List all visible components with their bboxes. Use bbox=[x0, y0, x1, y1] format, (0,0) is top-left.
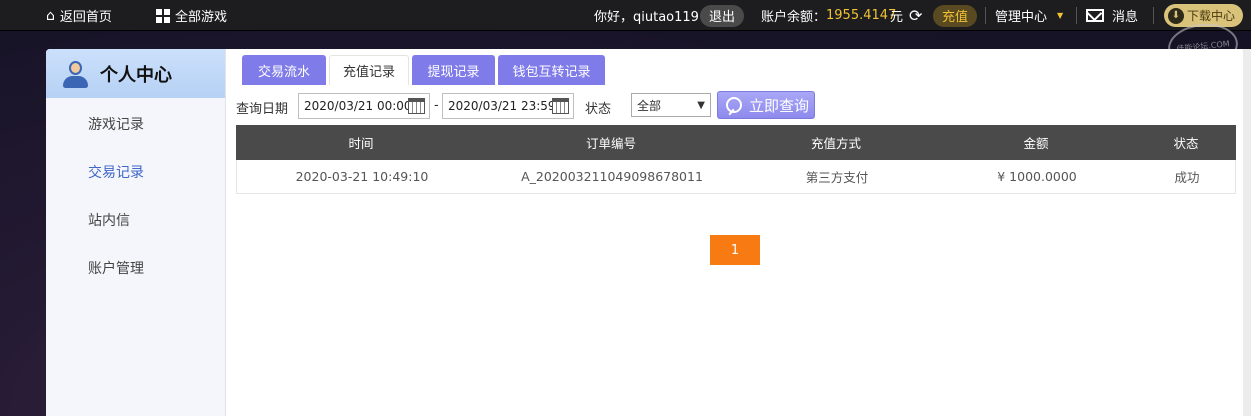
recharge-button[interactable]: 充值 bbox=[933, 4, 978, 27]
logout-button[interactable]: 退出 bbox=[700, 4, 745, 27]
end-date-field[interactable]: 2020/03/21 23:59 bbox=[442, 93, 574, 119]
cell-method: 第三方支付 bbox=[805, 170, 869, 185]
column-header-order-id: 订单编号 bbox=[585, 136, 636, 151]
envelope-icon bbox=[1086, 5, 1104, 22]
home-icon: ⌂ bbox=[46, 7, 55, 24]
messages-label: 消息 bbox=[1112, 10, 1139, 25]
home-label: 返回首页 bbox=[59, 10, 112, 25]
start-date-value: 2020/03/21 00:00 bbox=[304, 99, 412, 113]
tab-wallet-transfer-records[interactable]: 钱包互转记录 bbox=[498, 55, 605, 85]
column-header-amount: 金额 bbox=[1023, 136, 1049, 151]
download-icon: ⬇ bbox=[1168, 7, 1184, 24]
balance-unit: 元 bbox=[890, 10, 904, 25]
all-games-label: 全部游戏 bbox=[175, 10, 228, 25]
sidebar-header: 个人中心 bbox=[46, 49, 225, 98]
table-header: 时间 订单编号 充值方式 金额 状态 bbox=[236, 125, 1236, 160]
top-bar: ⌂ 返回首页 全部游戏 你好，qiutao119 退出 账户余额： 1955.4… bbox=[0, 0, 1251, 31]
refresh-icon[interactable]: ⟳ bbox=[909, 0, 922, 31]
caret-down-icon: ▼ bbox=[1057, 11, 1064, 20]
search-button-label: 立即查询 bbox=[749, 96, 810, 115]
scrollbar[interactable] bbox=[1243, 49, 1251, 416]
all-games-link[interactable]: 全部游戏 bbox=[156, 0, 227, 31]
sidebar-title: 个人中心 bbox=[100, 64, 172, 86]
page-button-current[interactable]: 1 bbox=[710, 235, 760, 265]
status-select-value: 全部 bbox=[637, 98, 662, 113]
status-select[interactable]: 全部 ▼ bbox=[631, 93, 711, 117]
cell-order-id: A_20200321104909867801​1 bbox=[521, 169, 703, 184]
sidebar-item-inbox[interactable]: 站内信 bbox=[88, 210, 130, 230]
tab-withdraw-records[interactable]: 提现记录 bbox=[412, 55, 495, 85]
select-arrow-icon: ▼ bbox=[697, 100, 705, 111]
calendar-icon[interactable] bbox=[408, 98, 425, 114]
column-header-method: 充值方式 bbox=[810, 136, 861, 151]
sidebar-item-account-management[interactable]: 账户管理 bbox=[88, 258, 144, 278]
cell-status: 成功 bbox=[1174, 170, 1200, 185]
admin-menu[interactable]: 管理中心 ▼ bbox=[995, 0, 1063, 31]
end-date-value: 2020/03/21 23:59 bbox=[448, 99, 556, 113]
main-panel: 个人中心 游戏记录 交易记录 站内信 账户管理 交易流水 充值记录 提现记录 钱… bbox=[46, 49, 1246, 416]
cell-time: 2020-03-21 10:49:10 bbox=[295, 169, 429, 184]
sidebar-item-transaction-records[interactable]: 交易记录 bbox=[88, 162, 144, 182]
calendar-icon[interactable] bbox=[552, 98, 569, 114]
column-header-status: 状态 bbox=[1173, 136, 1199, 151]
greeting: 你好，qiutao119 bbox=[594, 10, 699, 25]
divider bbox=[1153, 7, 1154, 24]
date-label: 查询日期 bbox=[236, 102, 289, 117]
tab-recharge-records[interactable]: 充值记录 bbox=[329, 55, 409, 85]
date-range-dash: - bbox=[434, 98, 439, 113]
column-header-time: 时间 bbox=[348, 136, 374, 151]
divider bbox=[1076, 7, 1077, 24]
tab-transaction-flow[interactable]: 交易流水 bbox=[242, 55, 326, 85]
search-button[interactable]: 立即查询 bbox=[717, 91, 815, 119]
balance-label: 账户余额： bbox=[761, 10, 827, 25]
download-label: 下载中心 bbox=[1187, 9, 1236, 23]
user-icon bbox=[62, 59, 88, 89]
table-row: 2020-03-21 10:49:10 A_202003211049098678… bbox=[236, 160, 1236, 194]
start-date-field[interactable]: 2020/03/21 00:00 bbox=[298, 93, 430, 119]
admin-label: 管理中心 bbox=[995, 10, 1048, 25]
divider bbox=[985, 7, 986, 24]
sidebar: 个人中心 游戏记录 交易记录 站内信 账户管理 bbox=[46, 49, 226, 416]
status-label: 状态 bbox=[585, 102, 612, 117]
cell-amount: ¥ 1000.0000 bbox=[997, 169, 1077, 184]
grid-icon bbox=[156, 8, 170, 23]
home-link[interactable]: ⌂ 返回首页 bbox=[46, 0, 112, 31]
balance-value: 1955.4147 bbox=[826, 8, 897, 23]
sidebar-item-game-records[interactable]: 游戏记录 bbox=[88, 114, 144, 134]
search-icon bbox=[726, 97, 742, 113]
messages-link[interactable]: 消息 bbox=[1086, 0, 1138, 31]
